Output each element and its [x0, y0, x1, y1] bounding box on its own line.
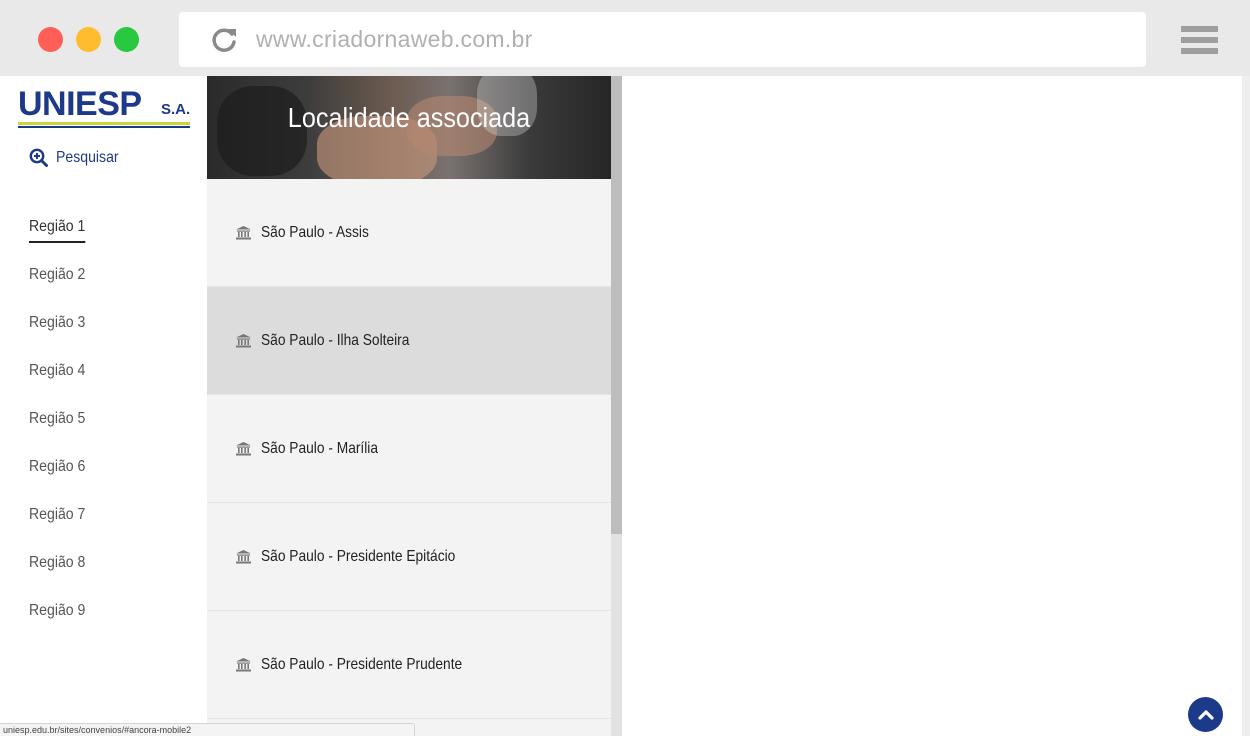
institution-icon: [236, 441, 251, 455]
page-scrollbar[interactable]: [1242, 76, 1250, 736]
location-list: São Paulo - Assis São Paulo - Ilha Solte…: [207, 179, 611, 719]
address-bar[interactable]: www.criadornaweb.com.br: [179, 12, 1146, 67]
institution-icon: [236, 549, 251, 563]
hamburger-menu-icon[interactable]: [1181, 26, 1218, 54]
sidebar: UNIESP S.A. Pesquisar Região 1 Região 2 …: [0, 76, 207, 736]
search-button[interactable]: Pesquisar: [29, 148, 127, 167]
logo-underline-2: [18, 126, 190, 128]
location-label: São Paulo - Marília: [261, 439, 379, 457]
minimize-window-button[interactable]: [76, 27, 101, 52]
location-item[interactable]: São Paulo - Marília: [207, 395, 611, 503]
location-item[interactable]: São Paulo - Assis: [207, 179, 611, 287]
institution-icon: [236, 225, 251, 239]
content-area: [622, 76, 1242, 736]
region-item-6[interactable]: Região 6: [29, 458, 85, 506]
location-item[interactable]: São Paulo - Presidente Prudente: [207, 611, 611, 719]
scrollbar-thumb[interactable]: [611, 76, 622, 534]
location-item-selected[interactable]: São Paulo - Ilha Solteira: [207, 287, 611, 395]
panel-header-banner: Localidade associada: [207, 76, 611, 179]
back-to-top-button[interactable]: [1188, 697, 1223, 732]
logo-text: UNIESP: [18, 85, 142, 123]
region-item-7[interactable]: Região 7: [29, 506, 85, 554]
location-panel: Localidade associada São Paulo - Assis S…: [207, 76, 611, 736]
panel-scrollbar[interactable]: [611, 76, 622, 736]
region-item-3[interactable]: Região 3: [29, 314, 85, 362]
location-label: São Paulo - Presidente Epitácio: [261, 547, 456, 565]
institution-icon: [236, 657, 251, 671]
chevron-up-icon: [1197, 709, 1214, 720]
region-item-1[interactable]: Região 1: [29, 218, 86, 266]
region-item-5[interactable]: Região 5: [29, 410, 85, 458]
reload-icon[interactable]: [209, 26, 239, 54]
location-label: São Paulo - Presidente Prudente: [261, 655, 463, 673]
close-window-button[interactable]: [38, 27, 63, 52]
location-label: São Paulo - Assis: [261, 223, 369, 241]
browser-chrome: www.criadornaweb.com.br: [0, 0, 1250, 76]
institution-icon: [236, 333, 251, 347]
region-item-4[interactable]: Região 4: [29, 362, 85, 410]
region-item-8[interactable]: Região 8: [29, 554, 85, 602]
search-label: Pesquisar: [56, 148, 119, 166]
url-text[interactable]: www.criadornaweb.com.br: [256, 26, 533, 53]
uniesp-logo[interactable]: UNIESP S.A.: [18, 85, 193, 128]
maximize-window-button[interactable]: [114, 27, 139, 52]
zoom-search-icon: [29, 148, 48, 167]
status-bar-url: uniesp.edu.br/sites/convenios/#ancora-mo…: [0, 723, 415, 736]
region-nav: Região 1 Região 2 Região 3 Região 4 Regi…: [29, 218, 93, 650]
region-item-2[interactable]: Região 2: [29, 266, 85, 314]
logo-underline: [18, 122, 190, 125]
panel-title: Localidade associada: [287, 102, 531, 133]
location-label: São Paulo - Ilha Solteira: [261, 331, 410, 349]
location-item[interactable]: São Paulo - Presidente Epitácio: [207, 503, 611, 611]
region-item-9[interactable]: Região 9: [29, 602, 85, 650]
logo-suffix: S.A.: [161, 101, 191, 118]
